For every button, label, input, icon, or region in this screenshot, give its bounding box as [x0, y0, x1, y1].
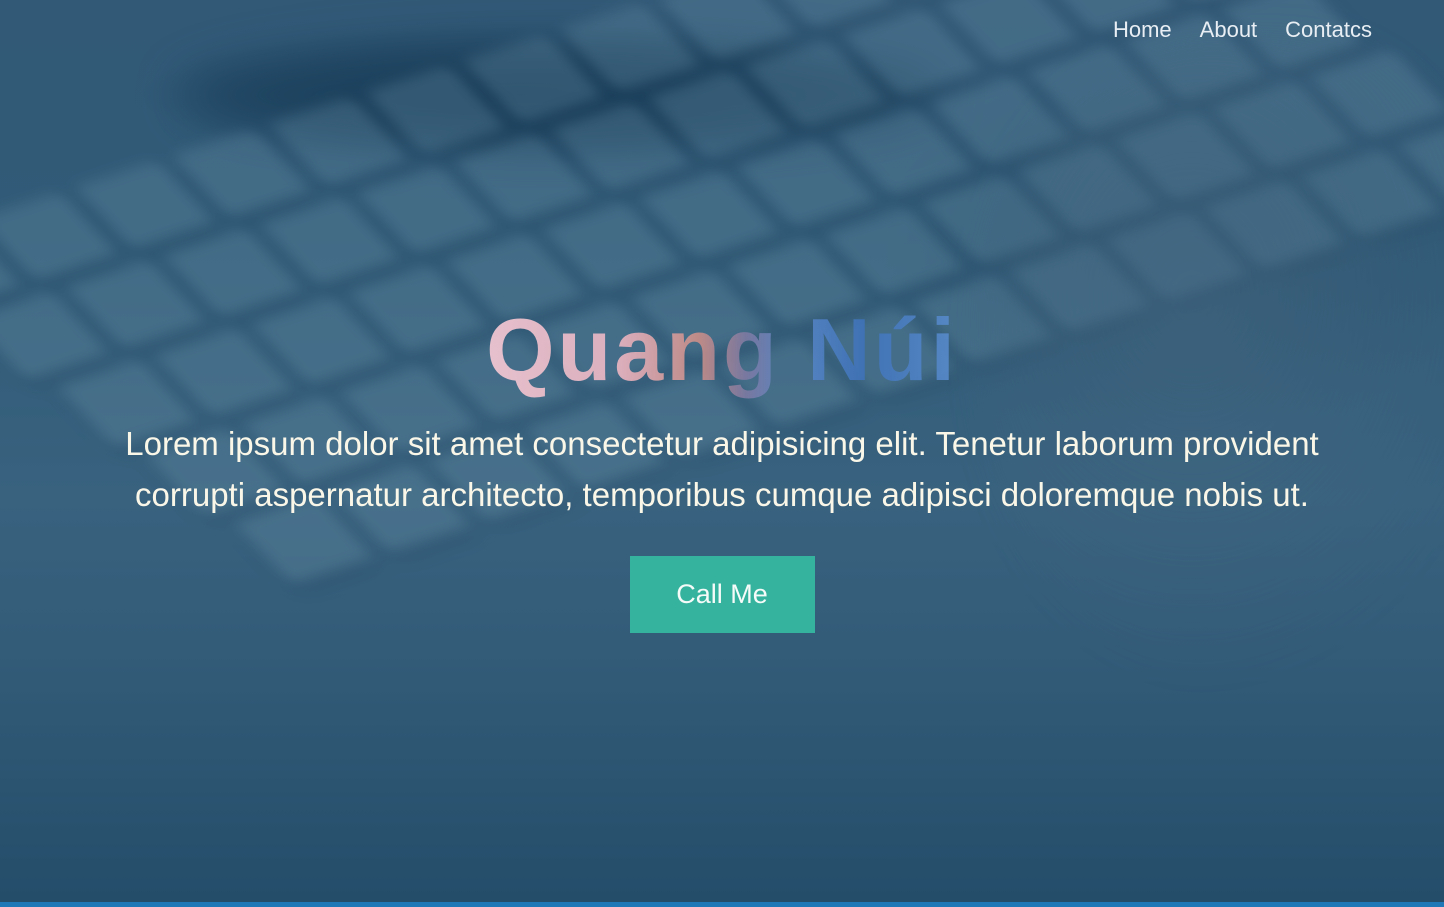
- nav-link-about[interactable]: About: [1200, 17, 1258, 43]
- call-me-button[interactable]: Call Me: [629, 556, 815, 633]
- hero-description: Lorem ipsum dolor sit amet consectetur a…: [125, 425, 1319, 513]
- top-navigation: Home About Contatcs: [1113, 17, 1372, 43]
- nav-link-home[interactable]: Home: [1113, 17, 1172, 43]
- hero-title: Quang Núi: [486, 300, 958, 399]
- hero-content: Quang Núi Lorem ipsum dolor sit amet con…: [0, 300, 1444, 633]
- hero-section: Home About Contatcs Quang Núi Lorem ipsu…: [0, 0, 1444, 907]
- nav-link-contacts[interactable]: Contatcs: [1285, 17, 1372, 43]
- bottom-bar: [0, 902, 1444, 907]
